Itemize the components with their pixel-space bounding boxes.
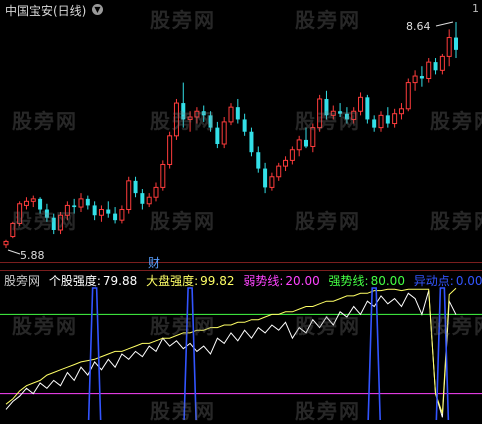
watermark-text: 股旁网 [12,314,78,338]
watermark-text: 股旁网 [150,209,216,233]
high-price-label: 8.64 [406,20,431,33]
candle-body [454,37,458,50]
watermark-text: 股旁网 [430,209,482,233]
dropdown-icon[interactable]: ▼ [92,4,103,15]
weak-line-legend: 弱势线: 20.00 [243,274,320,288]
watermark-text: 股旁网 [295,399,361,423]
watermark-text: 股旁网 [150,109,216,133]
watermark-text: 股旁网 [150,8,216,32]
candle-body [365,97,370,120]
candle-body [433,62,438,71]
candle-body [269,176,275,188]
candle-body [3,240,9,246]
watermark-text: 股旁网 [150,399,216,423]
watermark-text: 股旁网 [295,109,361,133]
low-price-label: 5.88 [20,249,45,262]
watermark-text: 股旁网 [295,314,361,338]
candle-body [276,165,282,178]
indicator-name: 股旁网 [4,274,41,288]
candle-body [385,115,390,124]
candle-body [140,193,145,204]
candle-body [78,198,84,208]
candle-body [113,213,118,221]
watermark-text: 股旁网 [295,209,361,233]
stock-strength-legend: 个股强度: 79.88 [48,274,138,288]
watermark-text: 股旁网 [12,109,78,133]
candle-body [426,61,432,79]
strong-line-legend: 强势线: 80.00 [328,274,405,288]
candle-body [412,75,418,84]
candle-body [221,121,227,145]
high-price-arrow [435,21,454,27]
watermark-text: 股旁网 [12,209,78,233]
candle-body [283,159,289,167]
anomaly-point-legend: 异动点: 0.00 [413,274,482,288]
candle-body [106,209,111,214]
candle-body [398,108,404,115]
candle-body [160,163,166,188]
candle-body [439,55,445,71]
candle-body [92,205,97,216]
candle-body [446,37,452,57]
candle-body [256,152,261,169]
candle-body [289,149,295,161]
candle-body [372,119,377,128]
candle-body [98,209,104,216]
candle-body [228,106,234,123]
watermark-text: 股旁网 [430,314,482,338]
candle-body [146,196,152,205]
candle-body [153,186,159,198]
anomaly-spike [87,287,102,421]
indicator-plot [0,287,482,421]
candle-body [119,209,125,221]
candle-body [242,119,247,132]
watermark-text: 股旁网 [295,8,361,32]
candle-body [392,113,398,125]
candle-body [167,135,173,165]
candle-body [85,198,90,206]
market-strength-legend: 大盘强度: 99.82 [146,274,235,288]
finance-badge[interactable]: 财 [148,254,160,271]
stock-title[interactable]: 中国宝安(日线) [5,2,86,19]
candle-body [378,114,384,129]
grid-lines [0,262,482,271]
candle-body [304,139,308,147]
candle-body [296,139,302,151]
candle-body [419,76,424,79]
candle-body [30,198,36,202]
candle-body [133,180,138,194]
watermark-text: 股旁网 [430,109,482,133]
corner-label[interactable]: 1 [472,2,479,15]
candle-body [235,107,240,120]
candle-body [263,168,268,188]
market-strength-line [5,287,457,414]
low-price-arrow [7,249,21,255]
watermark-text: 股旁网 [150,314,216,338]
anomaly-spike [367,287,381,421]
candle-body [405,82,411,110]
indicator-legend: 股旁网 个股强度: 79.88 大盘强度: 99.82 弱势线: 20.00 强势线:… [4,272,482,289]
candle-body [126,180,132,211]
candle-body [249,131,254,153]
